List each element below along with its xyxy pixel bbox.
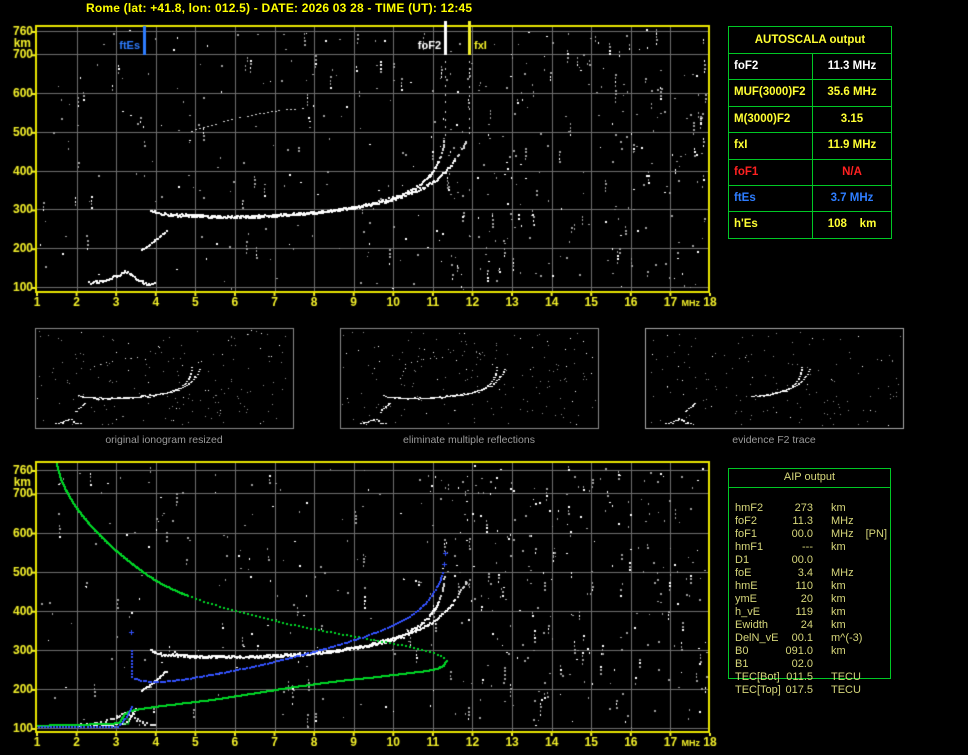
autoscala-row-label: fxI [729,133,813,159]
aip-row-b0: B0 091.0 km [728,645,898,658]
autoscala-row-value: 108 km [827,218,877,231]
aip-row-fof2: foF2 11.3 MHz [728,515,898,528]
aip-row-value: 00.0 [791,554,813,566]
aip-row-value: 02.0 [791,658,813,670]
autoscala-row-label: foF1 [729,159,813,185]
autoscala-row-label: M(3000)F2 [729,106,813,133]
autoscala-row-fxi: fxI 11.9 MHz [729,132,891,159]
aip-row-unit: km [831,541,846,553]
aip-row-tec-bot-: TEC[Bot] 011.5 TECU [728,671,898,684]
panel-caption-original: original ionogram resized [105,434,223,446]
aip-row-yme: ymE 20 km [728,593,898,606]
aip-row-name: TEC[Top] [735,684,781,696]
aip-row-value: 119 [795,606,813,618]
autoscala-row-fof1: foF1 N/A [729,158,891,185]
aip-row-unit: m^(-3) [831,632,863,644]
aip-row-name: DelN_vE [735,632,779,644]
autoscala-row-value: 35.6 MHz [827,86,877,99]
aip-row-name: Ewidth [735,619,769,631]
aip-row-unit: TECU [831,671,861,683]
aip-row-hme: hmE 110 km [728,580,898,593]
aip-row-unit: km [831,593,846,605]
aip-row-unit: MHz [831,515,854,527]
aip-row-value: --- [802,541,813,553]
panel-caption-evidence: evidence F2 trace [732,434,816,446]
aip-row-name: hmE [735,580,758,592]
aip-row-name: B0 [735,645,749,657]
aip-output-table: AIP output hmF2 273 km foF2 11.3 MHz foF1 00.0 M… [728,468,898,697]
page-title: Rome (lat: +41.8, lon: 012.5) - DATE: 20… [86,1,473,15]
aip-row-name: TEC[Bot] [735,671,780,683]
aip-row-name: h_vE [735,606,761,618]
aip-row-unit: MHz [831,567,854,579]
autoscala-table-rows: foF2 11.3 MHz MUF(3000)F2 35.6 MHz M(3000)F2… [729,53,891,238]
aip-row-value: 011.5 [786,671,813,683]
aip-row-unit: TECU [831,684,861,696]
aip-row-fof1: foF1 00.0 MHz [PN] [728,528,898,541]
autoscala-row-label: ftEs [729,185,813,212]
aip-row-value: 11.3 [792,515,813,527]
autoscala-row-value: 11.9 MHz [827,139,877,152]
autoscala-row-fof2: foF2 11.3 MHz [729,53,891,80]
aip-row-hmf2: hmF2 273 km [728,502,898,515]
autoscala-row-h-es: h'Es 108 km [729,211,891,238]
autoscala-row-label: MUF(3000)F2 [729,80,813,106]
aip-table-rows: hmF2 273 km foF2 11.3 MHz foF1 00.0 MHz [PN] hmF1 -… [728,502,898,697]
aip-row-d1: D1 00.0 [728,554,898,567]
aip-row-name: foE [735,567,752,579]
autoscala-screen: Rome (lat: +41.8, lon: 012.5) - DATE: 20… [0,0,968,755]
aip-row-name: foF2 [735,515,758,527]
autoscala-row-value: 3.7 MHz [830,191,874,204]
aip-row-name: D1 [735,554,750,566]
autoscala-row-value: N/A [842,165,862,178]
aip-row-h-ve: h_vE 119 km [728,606,898,619]
aip-row-unit: km [831,502,846,514]
aip-row-value: 00.0 [791,528,813,540]
autoscala-output-table: AUTOSCALA output foF2 11.3 MHz MUF(3000)F2… [728,26,892,239]
aip-row-extra: [PN] [865,528,888,540]
autoscala-row-m-3000-f2: M(3000)F2 3.15 [729,105,891,133]
aip-row-foe: foE 3.4 MHz [728,567,898,580]
autoscala-row-label: h'Es [729,212,813,238]
aip-row-unit: km [831,619,846,631]
autoscala-row-muf-3000-f2: MUF(3000)F2 35.6 MHz [729,79,891,106]
aip-row-b1: B1 02.0 [728,658,898,671]
autoscala-row-value: 3.15 [840,112,864,125]
aip-row-ewidth: Ewidth 24 km [728,619,898,632]
aip-row-value: 20 [800,593,813,605]
aip-row-unit: MHz [831,528,854,540]
aip-row-name: ymE [735,593,757,605]
aip-row-unit: km [831,645,846,657]
aip-table-header: AIP output [728,468,891,488]
aip-row-hmf1: hmF1 --- km [728,541,898,554]
aip-row-value: 3.4 [797,567,813,579]
autoscala-row-ftes: ftEs 3.7 MHz [729,184,891,212]
aip-row-name: foF1 [735,528,758,540]
aip-row-name: hmF2 [735,502,764,514]
panel-caption-eliminate: eliminate multiple reflections [403,434,535,446]
aip-row-value: 091.0 [785,645,813,657]
aip-row-name: hmF1 [735,541,764,553]
aip-row-value: 00.1 [791,632,813,644]
aip-row-value: 110 [795,580,813,592]
aip-row-tec-top-: TEC[Top] 017.5 TECU [728,684,898,697]
aip-row-unit: km [831,606,846,618]
aip-row-value: 273 [794,502,813,514]
aip-row-unit: km [831,580,846,592]
aip-row-value: 017.5 [785,684,813,696]
aip-row-deln-ve: DelN_vE 00.1 m^(-3) [728,632,898,645]
autoscala-table-header: AUTOSCALA output [754,34,866,46]
autoscala-row-label: foF2 [729,54,813,80]
aip-row-name: B1 [735,658,749,670]
autoscala-row-value: 11.3 MHz [827,60,877,72]
aip-row-value: 24 [800,619,813,631]
